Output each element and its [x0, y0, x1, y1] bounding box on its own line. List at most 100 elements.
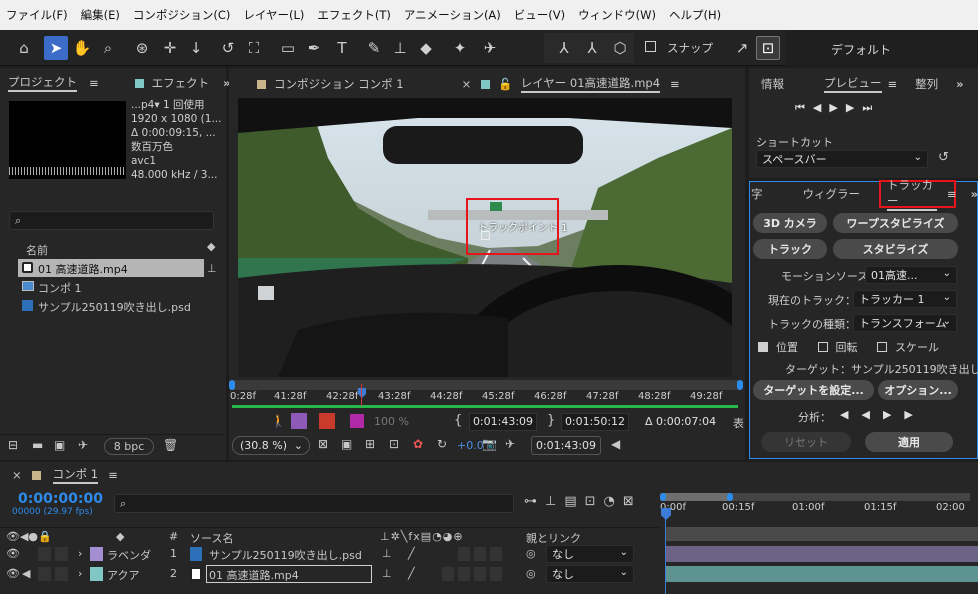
menu-composition[interactable]: コンポジション(C): [133, 7, 231, 23]
timeline-menu-icon[interactable]: ≡: [108, 468, 118, 482]
lock-switch[interactable]: [55, 547, 68, 561]
preview-menu-icon[interactable]: ≡: [888, 77, 898, 91]
transparency-grid-icon[interactable]: ⊠: [318, 437, 328, 451]
layer-duration-bar-psd[interactable]: [666, 546, 978, 562]
walk-icon[interactable]: 🚶: [271, 414, 286, 428]
selection-tool-icon[interactable]: ➤: [44, 36, 68, 60]
label-column-icon[interactable]: ◆: [116, 530, 124, 543]
workspace-default[interactable]: デフォルト: [831, 41, 891, 58]
tracker-menu-icon[interactable]: ≡: [947, 187, 957, 201]
tab-effects[interactable]: エフェクト: [152, 75, 210, 91]
tab-timeline-comp[interactable]: コンポ 1: [52, 466, 99, 484]
adjust-project-icon[interactable]: ✈: [78, 438, 88, 452]
layer-time-ruler[interactable]: 0:28f 41:28f 42:28f 43:28f 44:28f 45:28f…: [230, 391, 740, 405]
reset-exposure-icon[interactable]: ↻: [437, 437, 447, 451]
pick-whip-icon[interactable]: ◎: [526, 547, 536, 561]
viewer-time-field[interactable]: 0:01:43:09: [531, 436, 601, 455]
track-type-dropdown[interactable]: トランスフォーム ⌄: [853, 314, 957, 332]
layer-duration-bar[interactable]: [232, 380, 740, 390]
tab-layer[interactable]: レイヤー 01高速道路.mp4: [520, 75, 661, 93]
analyze-forward-frame-icon[interactable]: ▶: [904, 408, 925, 421]
layer-switch[interactable]: [490, 547, 502, 561]
rotation-checkbox[interactable]: [817, 342, 828, 352]
type-tool-icon[interactable]: T: [330, 36, 354, 60]
analyze-backward-icon[interactable]: ◀: [861, 408, 882, 421]
stabilize-motion-button[interactable]: スタビライズ: [833, 239, 958, 259]
prev-frame-icon[interactable]: ◀: [813, 101, 829, 114]
rectangle-tool-icon[interactable]: ▭: [276, 36, 300, 60]
solo-switch[interactable]: [38, 567, 51, 581]
pan-camera-icon[interactable]: ✛: [158, 36, 182, 60]
expand-chevron-icon[interactable]: ›: [78, 547, 82, 561]
rotate-tool-icon[interactable]: ↺: [216, 36, 240, 60]
menu-layer[interactable]: レイヤー(L): [243, 7, 304, 23]
set-out-bracket-icon[interactable]: }: [547, 413, 555, 428]
close-tab-icon[interactable]: ×: [12, 468, 22, 482]
out-time-field[interactable]: 0:01:50:12: [561, 413, 629, 431]
tab-info[interactable]: 情報: [761, 76, 784, 92]
menu-effect[interactable]: エフェクト(T): [317, 7, 391, 23]
timeline-timecode[interactable]: 0:00:00:00: [18, 491, 103, 507]
layer-switch[interactable]: [474, 547, 486, 561]
more-tabs-icon[interactable]: »: [956, 77, 963, 91]
layer-switch[interactable]: [458, 567, 470, 581]
project-item-comp[interactable]: コンポ 1: [38, 280, 82, 296]
current-time-field[interactable]: 0:01:43:09: [469, 413, 537, 431]
shy-layers-icon[interactable]: ▤: [564, 494, 584, 509]
in-point-handle[interactable]: [229, 380, 235, 390]
region-icon[interactable]: ⊡: [389, 437, 399, 451]
magnification-dropdown[interactable]: (30.8 %) ⌄: [232, 436, 310, 455]
speaker-icon[interactable]: ◀: [611, 437, 620, 451]
menu-edit[interactable]: 編集(E): [81, 7, 120, 23]
track-camera-button[interactable]: 3D カメラ: [753, 213, 827, 233]
parent-dropdown[interactable]: なし ⌄: [546, 545, 634, 563]
column-name[interactable]: 名前: [26, 242, 48, 258]
work-area-bar[interactable]: [232, 405, 738, 408]
reset-shortcut-icon[interactable]: ↺: [938, 150, 949, 165]
menu-view[interactable]: ビュー(V): [514, 7, 565, 23]
dolly-camera-icon[interactable]: ↓: [184, 36, 208, 60]
close-tab-icon[interactable]: ×: [462, 77, 472, 91]
graph-editor-icon[interactable]: ⊠: [623, 494, 642, 509]
pen-tool-icon[interactable]: ✒: [302, 36, 326, 60]
track-point-anchor[interactable]: [481, 231, 490, 240]
analyze-back-frame-icon[interactable]: ◀: [840, 408, 861, 421]
visibility-eye-icon[interactable]: 👁: [6, 567, 20, 581]
motion-blur-icon[interactable]: ◔: [604, 494, 623, 509]
quality-switch-icon[interactable]: ╱: [408, 547, 415, 561]
menu-animation[interactable]: アニメーション(A): [404, 7, 501, 23]
mask-toggle-icon[interactable]: ▣: [341, 437, 352, 451]
tab-tracker[interactable]: トラッカー: [887, 177, 937, 211]
pan-behind-tool-icon[interactable]: ⛶: [242, 36, 266, 60]
snap-checkbox[interactable]: [645, 41, 656, 52]
viewer-res-percent[interactable]: 100 %: [374, 415, 409, 428]
timeline-search-input[interactable]: ⌕: [114, 494, 514, 513]
lock-switch[interactable]: [55, 567, 68, 581]
motion-source-dropdown[interactable]: 01高速... ⌄: [865, 266, 957, 284]
orbit-camera-icon[interactable]: ⊛: [130, 36, 154, 60]
scale-checkbox[interactable]: [877, 342, 887, 352]
project-item-psd[interactable]: サンプル250119吹き出し.psd: [38, 299, 191, 315]
tab-preview[interactable]: プレビュー: [824, 75, 882, 93]
local-axis-icon[interactable]: ⅄: [552, 36, 576, 60]
render-region-icon[interactable]: [350, 414, 364, 428]
interpret-footage-icon[interactable]: ⊟: [8, 438, 18, 452]
new-comp-icon[interactable]: ▣: [54, 438, 65, 452]
audio-speaker-icon[interactable]: ◀: [22, 567, 30, 581]
out-point-icon[interactable]: [319, 413, 335, 429]
label-color-swatch[interactable]: [90, 567, 103, 581]
set-in-bracket-icon[interactable]: {: [454, 413, 462, 428]
next-frame-icon[interactable]: ▶: [846, 101, 862, 114]
trash-icon[interactable]: 🗑: [163, 438, 178, 452]
menu-window[interactable]: ウィンドウ(W): [578, 7, 656, 23]
timeline-layer-row[interactable]: 👁 ◀ › アクア 2 01 高速道路.mp4 ⊥ ╱ ◎ なし ⌄: [0, 564, 660, 584]
work-area-selected[interactable]: [662, 493, 730, 501]
first-frame-icon[interactable]: ⏮: [795, 101, 813, 114]
show-snapshot-icon[interactable]: ✈: [505, 437, 515, 451]
layer-duration-bar-footage[interactable]: [666, 566, 978, 582]
work-area-end[interactable]: [727, 493, 733, 501]
label-color-swatch[interactable]: [90, 547, 103, 561]
snap-edge-icon[interactable]: ↗: [730, 36, 754, 60]
layer-switch[interactable]: [490, 567, 502, 581]
tab-align[interactable]: 整列: [915, 76, 938, 92]
